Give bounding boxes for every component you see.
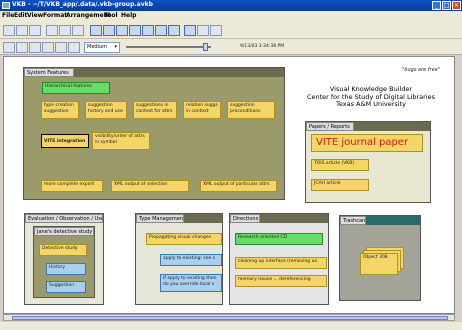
note-object-308[interactable]: Object 308 (360, 253, 398, 275)
fast-forward-icon[interactable] (68, 42, 80, 53)
note-suggestion[interactable]: Suggestion (46, 281, 86, 293)
maximize-button[interactable]: □ (442, 1, 451, 10)
lock-icon[interactable] (210, 25, 222, 36)
align-middle-icon[interactable] (142, 25, 154, 36)
note-xml-attrs[interactable]: XML output of particular attrs (200, 180, 277, 192)
workspace-canvas[interactable]: Visual Knowledge Builder Center for the … (3, 56, 455, 314)
new-collection-icon[interactable] (3, 25, 15, 36)
history-toolbar: Medium ▾ 9/13/03 3:34:38 PM (0, 39, 462, 55)
menu-bar: File Edit View Format Arrangement Tool H… (0, 11, 462, 21)
panel-title: System Features (24, 68, 74, 77)
scrollbar-thumb[interactable] (12, 316, 448, 320)
note-suggestions-context[interactable]: suggestions in context for attrs (133, 101, 177, 119)
note-xml-selection[interactable]: XML output of selection (111, 180, 189, 192)
step-forward-icon[interactable] (55, 42, 67, 53)
history-slider-thumb[interactable] (203, 43, 208, 51)
panel-trashcan[interactable]: Trashcan Object 308 (339, 215, 421, 301)
note-suggestion-history[interactable]: suggestion history and use (85, 101, 127, 119)
distribute-icon[interactable] (168, 25, 180, 36)
panel-title: Trashcan (340, 216, 366, 225)
align-center-icon[interactable] (103, 25, 115, 36)
window-title-bar: VKB - ~/T/VKB_app/.data/.vkb-group.avkb … (0, 0, 462, 11)
note-complete-export[interactable]: more complete export (41, 180, 103, 192)
note-type-creation[interactable]: type creation suggestion (41, 101, 79, 119)
note-hierarchical-features[interactable]: Hierarchical features (42, 82, 110, 94)
note-vite-journal-paper[interactable]: VITE journal paper (311, 134, 423, 152)
note-memory-issues[interactable]: memory issues ... dereferencing (235, 275, 327, 287)
history-timestamp: 9/13/03 3:34:38 PM (240, 44, 285, 49)
step-back-icon[interactable] (16, 42, 28, 53)
panel-title-bar (366, 216, 420, 225)
close-button[interactable]: × (452, 1, 461, 10)
panel-title: Directions (230, 214, 260, 223)
panel-title-bar (74, 68, 284, 77)
bugs-note: "bugs are free" (402, 67, 441, 73)
align-right-icon[interactable] (116, 25, 128, 36)
main-toolbar (0, 21, 462, 39)
history-slider[interactable] (126, 46, 211, 48)
panel-title: Type Management (136, 214, 184, 223)
note-research-oriented[interactable]: Research oriented CD (235, 233, 323, 245)
zoom-level-value: Medium (87, 44, 107, 50)
menu-edit[interactable]: Edit (14, 12, 27, 19)
menu-file[interactable]: File (2, 12, 14, 19)
pencil-icon[interactable] (29, 25, 41, 36)
horizontal-scrollbar[interactable] (3, 314, 455, 321)
panel-directions[interactable]: Directions Research oriented CD cleaning… (229, 213, 329, 305)
note-history[interactable]: History (46, 263, 86, 275)
menu-tool[interactable]: Tool (104, 12, 118, 19)
note-jcah-article[interactable]: JCAH article (311, 179, 369, 191)
panel-system-features[interactable]: System Features Hierarchical features ty… (23, 67, 285, 200)
align-top-icon[interactable] (129, 25, 141, 36)
note-propagating-changes[interactable]: Propagating visual changes (146, 233, 222, 245)
menu-view[interactable]: View (27, 12, 43, 19)
panel-evaluation[interactable]: Evaluation / Observation / Use Jane's de… (24, 213, 104, 305)
note-vite-integration[interactable]: VITE integration (41, 134, 89, 148)
cut-icon[interactable] (59, 25, 71, 36)
play-icon[interactable] (42, 42, 54, 53)
search-icon[interactable] (46, 25, 58, 36)
align-left-icon[interactable] (90, 25, 102, 36)
subpanel-title: Jane's detective study (34, 227, 94, 236)
zoom-level-select[interactable]: Medium ▾ (84, 42, 120, 53)
note-suggestion-preconditions[interactable]: suggestion preconditions (227, 101, 275, 119)
heading-line-3: Texas A&M University (335, 100, 406, 108)
chevron-down-icon: ▾ (114, 44, 117, 50)
stack-icon[interactable] (184, 25, 196, 36)
note-apply-existing[interactable]: apply to existing: see s (160, 254, 222, 266)
app-icon (2, 2, 10, 9)
panel-type-management[interactable]: Type Management Propagating visual chang… (135, 213, 223, 305)
menu-help[interactable]: Help (121, 12, 136, 19)
new-object-icon[interactable] (16, 25, 28, 36)
note-override-local[interactable]: If apply to existing then do you overrid… (160, 274, 222, 292)
align-bottom-icon[interactable] (155, 25, 167, 36)
panel-papers-reports[interactable]: Papers / Reports VITE journal paper TOIS… (305, 121, 431, 203)
subpanel-janes-study[interactable]: Jane's detective study Detective study H… (33, 226, 95, 298)
copy-icon[interactable] (72, 25, 84, 36)
table-icon[interactable] (197, 25, 209, 36)
note-relation-suggs[interactable]: relation suggs in context (183, 101, 221, 119)
note-tois-article[interactable]: TOIS article (VKB) (311, 159, 369, 171)
panel-title-bar (354, 122, 430, 131)
panel-title: Evaluation / Observation / Use (25, 214, 103, 223)
minimize-button[interactable]: _ (432, 1, 441, 10)
panel-title-bar (260, 214, 328, 223)
panel-title-bar (184, 214, 222, 223)
note-cleaning-interface[interactable]: cleaning up interface (removing un (235, 257, 327, 269)
rewind-icon[interactable] (3, 42, 15, 53)
panel-title: Papers / Reports (306, 122, 354, 131)
note-visibility-order[interactable]: visibility/order of attrs in symbol (92, 132, 150, 150)
window-title: VKB - ~/T/VKB_app/.data/.vkb-group.avkb (12, 1, 153, 8)
menu-format[interactable]: Format (43, 12, 67, 19)
workspace-heading: Visual Knowledge Builder Center for the … (296, 85, 446, 109)
stop-icon[interactable] (29, 42, 41, 53)
status-bar (0, 322, 462, 330)
note-detective-study[interactable]: Detective study (39, 244, 87, 256)
